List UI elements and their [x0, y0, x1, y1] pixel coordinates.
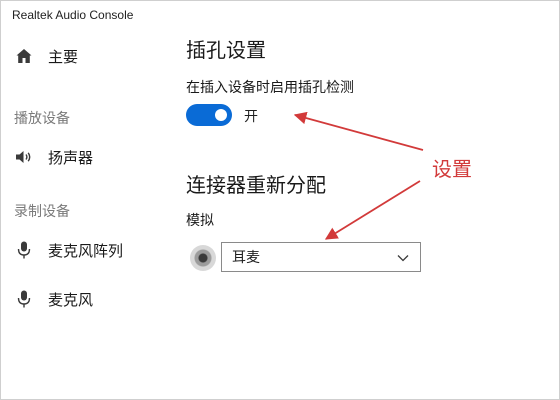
annotation-settings-label: 设置	[432, 157, 472, 181]
section-recording-devices: 录制设备	[14, 204, 70, 220]
main-panel: 插孔设置 在插入设备时启用插孔检测 开 连接器重新分配 模拟 耳麦	[186, 0, 560, 400]
sidebar-item-label: 麦克风阵列	[48, 241, 124, 260]
home-icon	[14, 46, 34, 66]
jack-settings-title: 插孔设置	[186, 38, 266, 62]
microphone-icon	[14, 289, 34, 309]
sidebar: 主要 播放设备 扬声器 录制设备 麦克风阵列 麦克风	[0, 30, 170, 400]
analog-label: 模拟	[186, 213, 214, 229]
app-title: Realtek Audio Console	[12, 8, 134, 22]
sidebar-item-microphone[interactable]: 麦克风	[14, 284, 93, 314]
jack-detection-toggle[interactable]	[186, 104, 232, 126]
sidebar-item-label: 主要	[48, 47, 79, 66]
connector-reassign-title: 连接器重新分配	[186, 173, 326, 197]
audio-jack-icon	[190, 245, 216, 271]
sidebar-item-label: 麦克风	[48, 290, 94, 309]
section-playback-devices: 播放设备	[14, 111, 70, 127]
sidebar-item-label: 扬声器	[48, 148, 94, 167]
sidebar-item-speaker[interactable]: 扬声器	[14, 142, 93, 172]
sidebar-item-microphone-array[interactable]: 麦克风阵列	[14, 235, 123, 265]
toggle-knob	[215, 109, 227, 121]
toggle-state-label: 开	[244, 109, 258, 125]
microphone-icon	[14, 240, 34, 260]
sidebar-item-home[interactable]: 主要	[14, 41, 78, 71]
connector-type-dropdown[interactable]: 耳麦	[221, 242, 421, 272]
jack-detection-label: 在插入设备时启用插孔检测	[186, 80, 354, 96]
dropdown-selected-value: 耳麦	[232, 250, 260, 266]
speaker-icon	[14, 147, 34, 167]
chevron-down-icon	[397, 255, 409, 262]
